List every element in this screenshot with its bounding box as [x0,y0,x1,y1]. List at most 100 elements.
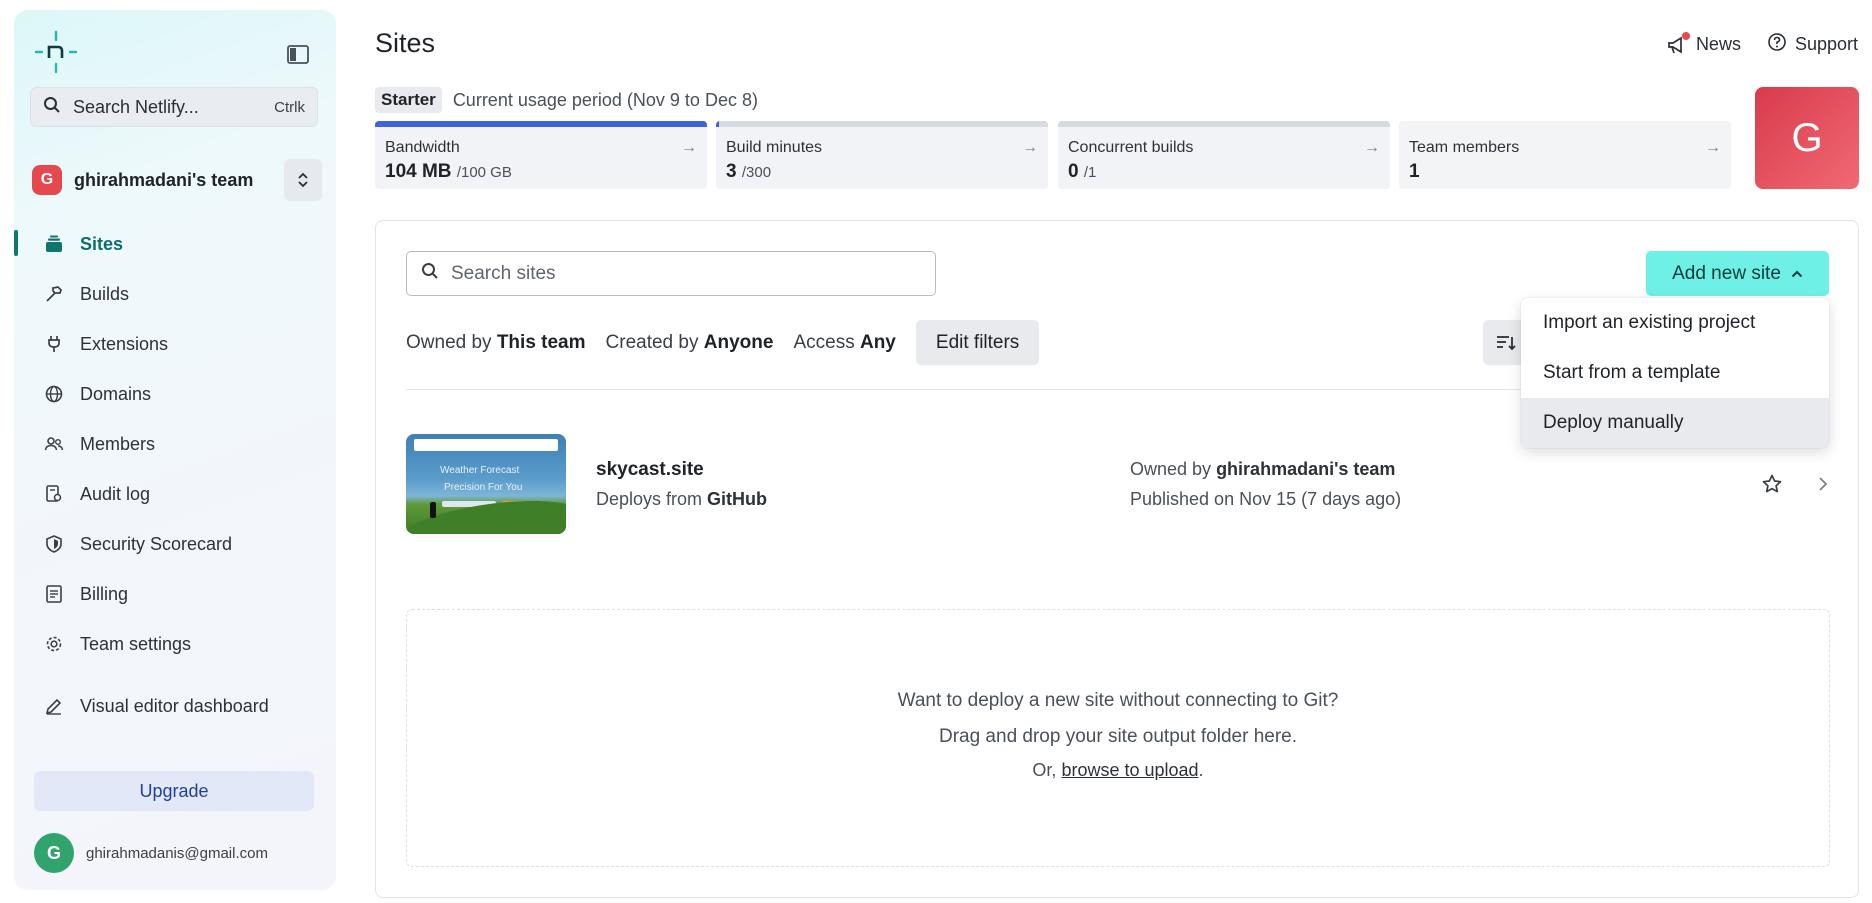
user-email: ghirahmadanis@gmail.com [86,844,268,862]
team-name: ghirahmadani's team [74,169,254,190]
news-link[interactable]: News [1666,31,1741,56]
chevron-right-icon[interactable] [1816,475,1830,493]
hammer-icon [44,284,64,304]
support-link[interactable]: Support [1767,32,1858,57]
team-switcher[interactable]: G ghirahmadani's team [32,157,322,203]
filter-prefix: Owned by [406,331,492,353]
site-search-input[interactable]: Search sites [406,251,936,296]
usage-value: 3 /300 [726,161,771,183]
usage-value-number: 1 [1409,161,1420,182]
site-deploy-source: Deploys from GitHub [596,489,767,510]
team-switch-button[interactable] [284,159,322,201]
sidebar-item-audit-log[interactable]: Audit log [14,469,336,519]
sidebar-collapse-icon[interactable] [286,44,310,66]
usage-value-number: 104 MB [385,161,452,182]
sidebar-item-label: Security Scorecard [80,533,233,554]
chevron-up-down-icon [298,172,308,188]
site-search-placeholder: Search sites [451,262,556,284]
search-icon [43,96,61,119]
sidebar-item-members[interactable]: Members [14,419,336,469]
thumbnail-text: Precision For You [444,482,523,493]
sidebar-item-security-scorecard[interactable]: Security Scorecard [14,519,336,569]
sidebar-item-label: Builds [80,283,130,304]
sidebar-item-label: Billing [80,583,129,604]
sidebar-item-visual-editor[interactable]: Visual editor dashboard [14,681,336,731]
sidebar-item-builds[interactable]: Builds [14,269,336,319]
browse-prefix: Or, [1032,760,1057,780]
megaphone-icon [1666,31,1690,56]
sidebar-item-billing[interactable]: Billing [14,569,336,619]
filter-owned-by[interactable]: Owned by This team [406,332,586,354]
global-search-label: Search Netlify... [73,96,199,117]
filter-access[interactable]: Access Any [793,332,895,354]
search-shortcut: Ctrlk [274,98,305,116]
usage-limit: /100 GB [456,164,512,181]
add-new-site-button[interactable]: Add new site [1646,251,1829,296]
deploys-source: GitHub [707,489,768,509]
site-name[interactable]: skycast.site [596,459,704,481]
browse-to-upload-link[interactable]: browse to upload [1061,760,1198,780]
usage-bar-track [375,121,707,127]
add-new-site-label: Add new site [1672,262,1781,284]
sidebar-nav: Sites Builds Extensions Domains Members … [14,219,336,731]
usage-label: Build minutes [726,139,823,156]
usage-label: Team members [1409,139,1520,156]
owner-name: ghirahmadani's team [1216,459,1396,479]
menu-item-import-project[interactable]: Import an existing project [1521,298,1829,348]
plan-badge: Starter [375,87,442,113]
usage-card-bandwidth[interactable]: Bandwidth 104 MB /100 GB → [375,121,707,189]
usage-value-number: 3 [726,161,737,182]
sidebar-item-label: Domains [80,383,152,404]
thumbnail-person [430,502,436,518]
user-menu[interactable]: G ghirahmadanis@gmail.com [34,833,268,873]
upgrade-button[interactable]: Upgrade [34,771,314,811]
usage-value: 104 MB /100 GB [385,161,512,183]
usage-value-number: 0 [1068,161,1079,182]
usage-limit: /300 [741,164,772,181]
chevron-up-icon [1791,270,1803,277]
deploy-dropzone[interactable]: Want to deploy a new site without connec… [406,609,1830,867]
thumbnail-text: Weather Forecast [440,465,520,476]
sidebar-item-extensions[interactable]: Extensions [14,319,336,369]
edit-filters-button[interactable]: Edit filters [915,320,1040,365]
site-published: Published on Nov 15 (7 days ago) [1130,489,1402,509]
shield-icon [44,534,64,554]
site-row[interactable]: Weather Forecast Precision For You skyca… [406,434,1830,534]
audit-log-icon [44,484,64,504]
top-links: News Support [1666,31,1858,57]
filter-created-by[interactable]: Created by Anyone [606,332,774,354]
global-search[interactable]: Search Netlify... Ctrlk [30,87,318,127]
plan-row: Starter Current usage period (Nov 9 to D… [375,87,758,113]
receipt-icon [44,584,64,604]
usage-card-team-members[interactable]: Team members 1 → [1399,121,1731,189]
team-avatar: G [32,165,62,195]
arrow-right-icon: → [1364,139,1380,156]
usage-bar-fill [716,121,720,127]
menu-item-start-template[interactable]: Start from a template [1521,348,1829,398]
thumbnail-nav [414,439,558,451]
netlify-logo-icon[interactable] [34,30,78,74]
usage-label: Concurrent builds [1068,139,1194,156]
sidebar-item-label: Team settings [80,633,192,654]
sidebar-item-label: Extensions [80,333,169,354]
sidebar-item-sites[interactable]: Sites [14,219,336,269]
usage-card-concurrent-builds[interactable]: Concurrent builds 0 /1 → [1058,121,1390,189]
news-notification-dot [1681,31,1690,40]
menu-item-deploy-manually[interactable]: Deploy manually [1521,398,1829,448]
sidebar-item-team-settings[interactable]: Team settings [14,619,336,669]
usage-card-build-minutes[interactable]: Build minutes 3 /300 → [716,121,1048,189]
add-site-dropdown: Import an existing project Start from a … [1521,298,1829,448]
filter-prefix: Access [793,331,855,353]
sidebar-item-label: Visual editor dashboard [80,695,269,716]
team-avatar-large[interactable]: G [1755,87,1859,189]
star-icon[interactable] [1761,473,1783,495]
stack-icon [44,234,64,254]
usage-bar-fill [375,121,707,127]
sidebar-item-domains[interactable]: Domains [14,369,336,419]
page-title: Sites [375,28,436,58]
sort-icon [1497,335,1516,350]
dropzone-subtitle: Drag and drop your site output folder he… [938,726,1298,747]
users-icon [44,434,64,454]
news-label: News [1695,34,1741,54]
usage-period: Current usage period (Nov 9 to Dec 8) [452,89,758,110]
